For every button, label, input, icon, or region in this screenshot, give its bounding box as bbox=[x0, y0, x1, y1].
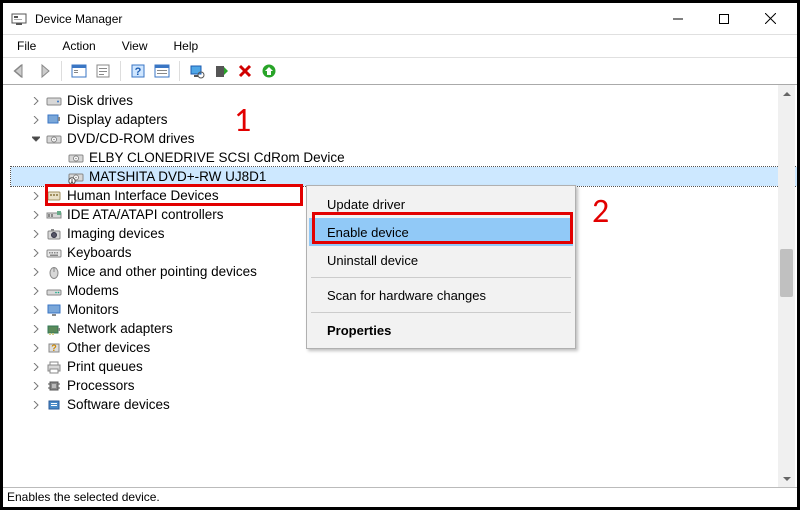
menubar: File Action View Help bbox=[3, 35, 797, 57]
tree-node-dvd-cdrom[interactable]: DVD/CD-ROM drives bbox=[11, 129, 797, 148]
tree-node-processors[interactable]: Processors bbox=[11, 376, 797, 395]
context-properties[interactable]: Properties bbox=[309, 316, 573, 344]
menu-help[interactable]: Help bbox=[168, 37, 205, 55]
network-adapter-icon bbox=[45, 321, 63, 337]
vertical-scrollbar[interactable] bbox=[778, 85, 795, 487]
chevron-right-icon[interactable] bbox=[29, 208, 43, 222]
chevron-right-icon[interactable] bbox=[29, 379, 43, 393]
ide-controller-icon bbox=[45, 207, 63, 223]
maximize-button[interactable] bbox=[701, 4, 747, 34]
back-button[interactable] bbox=[9, 60, 31, 82]
context-uninstall-device[interactable]: Uninstall device bbox=[309, 246, 573, 274]
software-device-icon bbox=[45, 397, 63, 413]
scroll-down-button[interactable] bbox=[778, 470, 795, 487]
tree-pane: Disk drives Display adapters DVD/CD-ROM … bbox=[3, 85, 797, 487]
chevron-right-icon[interactable] bbox=[29, 341, 43, 355]
tree-node-elby-clonedrive[interactable]: ELBY CLONEDRIVE SCSI CdRom Device bbox=[11, 148, 797, 167]
tree-node-print-queues[interactable]: Print queues bbox=[11, 357, 797, 376]
menu-file[interactable]: File bbox=[11, 37, 42, 55]
menu-action[interactable]: Action bbox=[56, 37, 101, 55]
scroll-up-button[interactable] bbox=[778, 85, 795, 102]
other-device-icon: ? bbox=[45, 340, 63, 356]
device-manager-icon bbox=[11, 11, 27, 27]
menu-view[interactable]: View bbox=[116, 37, 154, 55]
monitor-icon bbox=[45, 302, 63, 318]
chevron-right-icon[interactable] bbox=[29, 284, 43, 298]
window-title: Device Manager bbox=[35, 12, 122, 26]
device-manager-window: Device Manager File Action View Help ? bbox=[0, 0, 800, 510]
svg-text:?: ? bbox=[135, 66, 142, 78]
chevron-right-icon[interactable] bbox=[29, 265, 43, 279]
annotation-label-1: 1 bbox=[234, 100, 251, 141]
chevron-right-icon[interactable] bbox=[29, 360, 43, 374]
window-controls bbox=[655, 4, 793, 34]
chevron-right-icon[interactable] bbox=[29, 303, 43, 317]
forward-button[interactable] bbox=[33, 60, 55, 82]
modem-icon bbox=[45, 283, 63, 299]
uninstall-toolbar-button[interactable] bbox=[234, 60, 256, 82]
dvd-drive-disabled-icon bbox=[67, 169, 85, 185]
status-text: Enables the selected device. bbox=[7, 490, 160, 504]
toolbar: ? bbox=[3, 57, 797, 85]
dvd-drive-icon bbox=[67, 150, 85, 166]
display-adapter-icon bbox=[45, 112, 63, 128]
show-hide-tree-button[interactable] bbox=[68, 60, 90, 82]
processor-icon bbox=[45, 378, 63, 394]
titlebar: Device Manager bbox=[3, 3, 797, 35]
scroll-track[interactable] bbox=[778, 102, 795, 470]
keyboard-icon bbox=[45, 245, 63, 261]
chevron-right-icon[interactable] bbox=[29, 189, 43, 203]
context-enable-device[interactable]: Enable device bbox=[309, 218, 573, 246]
mouse-icon bbox=[45, 264, 63, 280]
context-scan-hardware[interactable]: Scan for hardware changes bbox=[309, 281, 573, 309]
annotation-label-2: 2 bbox=[592, 191, 609, 232]
imaging-device-icon bbox=[45, 226, 63, 242]
printer-icon bbox=[45, 359, 63, 375]
chevron-right-icon[interactable] bbox=[29, 246, 43, 260]
context-menu: Update driver Enable device Uninstall de… bbox=[306, 185, 576, 349]
tree-node-disk-drives[interactable]: Disk drives bbox=[11, 91, 797, 110]
context-update-driver[interactable]: Update driver bbox=[309, 190, 573, 218]
minimize-button[interactable] bbox=[655, 4, 701, 34]
disk-drive-icon bbox=[45, 93, 63, 109]
chevron-right-icon[interactable] bbox=[29, 398, 43, 412]
enable-toolbar-button[interactable] bbox=[258, 60, 280, 82]
chevron-right-icon[interactable] bbox=[29, 113, 43, 127]
properties-toolbar-button[interactable] bbox=[92, 60, 114, 82]
scroll-thumb[interactable] bbox=[780, 249, 793, 297]
tree-node-matshita-dvd[interactable]: MATSHITA DVD+-RW UJ8D1 bbox=[11, 167, 797, 186]
chevron-right-icon[interactable] bbox=[29, 322, 43, 336]
close-button[interactable] bbox=[747, 4, 793, 34]
tree-node-software[interactable]: Software devices bbox=[11, 395, 797, 414]
chevron-right-icon[interactable] bbox=[29, 94, 43, 108]
svg-text:?: ? bbox=[51, 343, 57, 353]
chevron-down-icon[interactable] bbox=[29, 132, 43, 146]
dvd-drive-icon bbox=[45, 131, 63, 147]
update-driver-toolbar-button[interactable] bbox=[210, 60, 232, 82]
help-toolbar-button[interactable]: ? bbox=[127, 60, 149, 82]
hid-icon bbox=[45, 188, 63, 204]
statusbar: Enables the selected device. bbox=[3, 487, 797, 507]
chevron-right-icon[interactable] bbox=[29, 227, 43, 241]
tree-node-display-adapters[interactable]: Display adapters bbox=[11, 110, 797, 129]
window-list-button[interactable] bbox=[151, 60, 173, 82]
scan-hardware-button[interactable] bbox=[186, 60, 208, 82]
